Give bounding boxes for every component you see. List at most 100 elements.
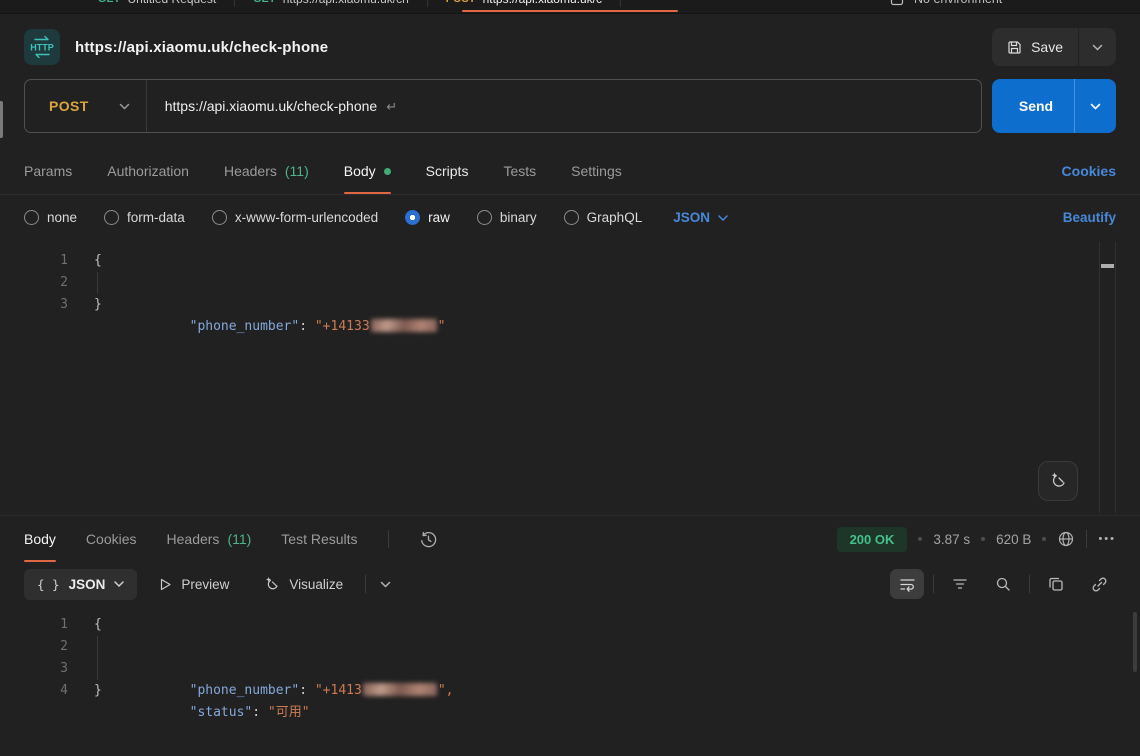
code-line: 2 "phone_number": "+1413", [0, 636, 1140, 658]
cookies-link[interactable]: Cookies [1062, 163, 1116, 179]
body-type-radio-graphql[interactable]: GraphQL [564, 210, 643, 225]
link-icon[interactable] [1082, 569, 1116, 599]
method-label: POST [446, 0, 476, 5]
tab-scripts[interactable]: Scripts [426, 148, 469, 194]
filter-icon[interactable] [943, 569, 977, 599]
save-options-button[interactable] [1079, 28, 1116, 66]
response-tab-headers[interactable]: Headers (11) [167, 516, 252, 562]
app-root: GET Untitled Request GET https://api.xia… [0, 0, 1140, 756]
divider [1029, 575, 1030, 593]
tab-params[interactable]: Params [24, 148, 72, 194]
body-type-radio-none[interactable]: none [24, 210, 77, 225]
method-label: GET [253, 0, 276, 5]
response-tab-cookies[interactable]: Cookies [86, 516, 137, 562]
radio-selected-icon [405, 210, 420, 225]
code-line: 2 "phone_number": "+14133" [0, 272, 1140, 294]
language-select[interactable]: JSON [673, 210, 728, 225]
tab-settings[interactable]: Settings [571, 148, 622, 194]
send-options-button[interactable] [1075, 103, 1116, 110]
save-icon [1007, 40, 1022, 55]
request-tab-active[interactable]: POST https://api.xiaomu.uk/c [428, 0, 620, 6]
body-type-radio-form-data[interactable]: form-data [104, 210, 185, 225]
response-size[interactable]: 620 B [996, 532, 1031, 547]
code-line: 1 { [0, 250, 1140, 272]
response-scrollbar-handle[interactable] [1133, 612, 1137, 672]
response-toolbar: { } JSON Preview Visualize [0, 562, 1140, 606]
tab-tests[interactable]: Tests [503, 148, 536, 194]
copy-icon[interactable] [1039, 569, 1073, 599]
method-select[interactable]: POST [25, 98, 146, 114]
indent-guide [97, 658, 98, 680]
more-options-icon[interactable]: ••• [1098, 533, 1116, 545]
environment-eye-icon[interactable] [890, 0, 904, 6]
divider [620, 0, 621, 7]
beautify-fab-button[interactable] [1038, 461, 1078, 501]
url-value: https://api.xiaomu.uk/check-phone [165, 98, 377, 114]
dot-separator [1042, 537, 1046, 541]
tab-body[interactable]: Body [344, 148, 391, 194]
tab-headers[interactable]: Headers (11) [224, 148, 309, 194]
chevron-down-icon [119, 103, 130, 110]
visualize-button[interactable]: Visualize [251, 576, 355, 593]
divider [365, 575, 366, 593]
divider [388, 530, 389, 548]
redacted-phone-blur [363, 683, 437, 696]
send-button[interactable]: Send [992, 98, 1074, 114]
tab-title: https://api.xiaomu.uk/c [483, 0, 602, 6]
response-body-viewer[interactable]: 1 { 2 "phone_number": "+1413", 3 "status… [0, 606, 1140, 756]
response-headers-count-badge: (11) [227, 531, 251, 547]
sidebar-drag-handle[interactable] [0, 101, 3, 138]
editor-scrollbar-handle[interactable] [1101, 264, 1114, 268]
save-button[interactable]: Save [992, 28, 1078, 66]
radio-icon [564, 210, 579, 225]
send-button-group: Send [992, 79, 1116, 133]
svg-text:HTTP: HTTP [30, 43, 54, 53]
divider [1086, 530, 1087, 548]
url-field[interactable]: https://api.xiaomu.uk/check-phone ↵ [147, 98, 415, 115]
chevron-down-icon [718, 215, 728, 221]
beautify-link[interactable]: Beautify [1063, 210, 1116, 225]
radio-icon [24, 210, 39, 225]
code-line: 3 "status": "可用" [0, 658, 1140, 680]
network-globe-icon[interactable] [1057, 530, 1075, 548]
tab-title: Untitled Request [128, 0, 217, 6]
preview-button[interactable]: Preview [147, 577, 241, 592]
tab-title: https://api.xiaomu.uk/ch [283, 0, 409, 6]
response-history-icon[interactable] [419, 530, 438, 549]
braces-icon: { } [37, 577, 60, 592]
headers-count-badge: (11) [285, 163, 309, 179]
return-key-icon: ↵ [386, 99, 397, 115]
play-icon [159, 578, 172, 591]
indent-guide [97, 272, 98, 294]
radio-icon [212, 210, 227, 225]
request-tab-get[interactable]: GET https://api.xiaomu.uk/ch [235, 0, 427, 6]
chevron-down-icon[interactable] [376, 581, 395, 588]
redacted-phone-blur [371, 319, 437, 332]
response-time[interactable]: 3.87 s [933, 532, 970, 547]
word-wrap-button[interactable] [890, 569, 924, 599]
chevron-down-icon [114, 581, 124, 587]
tab-authorization[interactable]: Authorization [107, 148, 189, 194]
divider [933, 575, 934, 593]
active-tab-underline [462, 10, 678, 13]
url-bar: POST https://api.xiaomu.uk/check-phone ↵… [0, 77, 1140, 148]
response-format-select[interactable]: { } JSON [24, 569, 137, 600]
request-title: https://api.xiaomu.uk/check-phone [75, 39, 977, 56]
body-type-radio-urlencoded[interactable]: x-www-form-urlencoded [212, 210, 378, 225]
environment-selector[interactable]: No environment [914, 0, 1002, 6]
request-tab-untitled[interactable]: GET Untitled Request [80, 0, 234, 6]
response-tab-body[interactable]: Body [24, 516, 56, 562]
sparkle-wand-icon [263, 576, 280, 593]
workspace-tab-strip: GET Untitled Request GET https://api.xia… [0, 0, 1140, 14]
method-label: GET [98, 0, 121, 5]
radio-icon [104, 210, 119, 225]
body-type-radio-binary[interactable]: binary [477, 210, 537, 225]
response-tab-test-results[interactable]: Test Results [281, 516, 357, 562]
search-icon[interactable] [986, 569, 1020, 599]
request-body-editor[interactable]: 1 { 2 "phone_number": "+14133" 3 } [0, 240, 1140, 516]
response-meta-bar: Body Cookies Headers (11) Test Results 2… [0, 516, 1140, 562]
body-type-radio-raw[interactable]: raw [405, 210, 450, 225]
code-line: 1 { [0, 614, 1140, 636]
status-badge[interactable]: 200 OK [837, 527, 908, 552]
editor-scrollbar-track[interactable] [1099, 242, 1116, 513]
